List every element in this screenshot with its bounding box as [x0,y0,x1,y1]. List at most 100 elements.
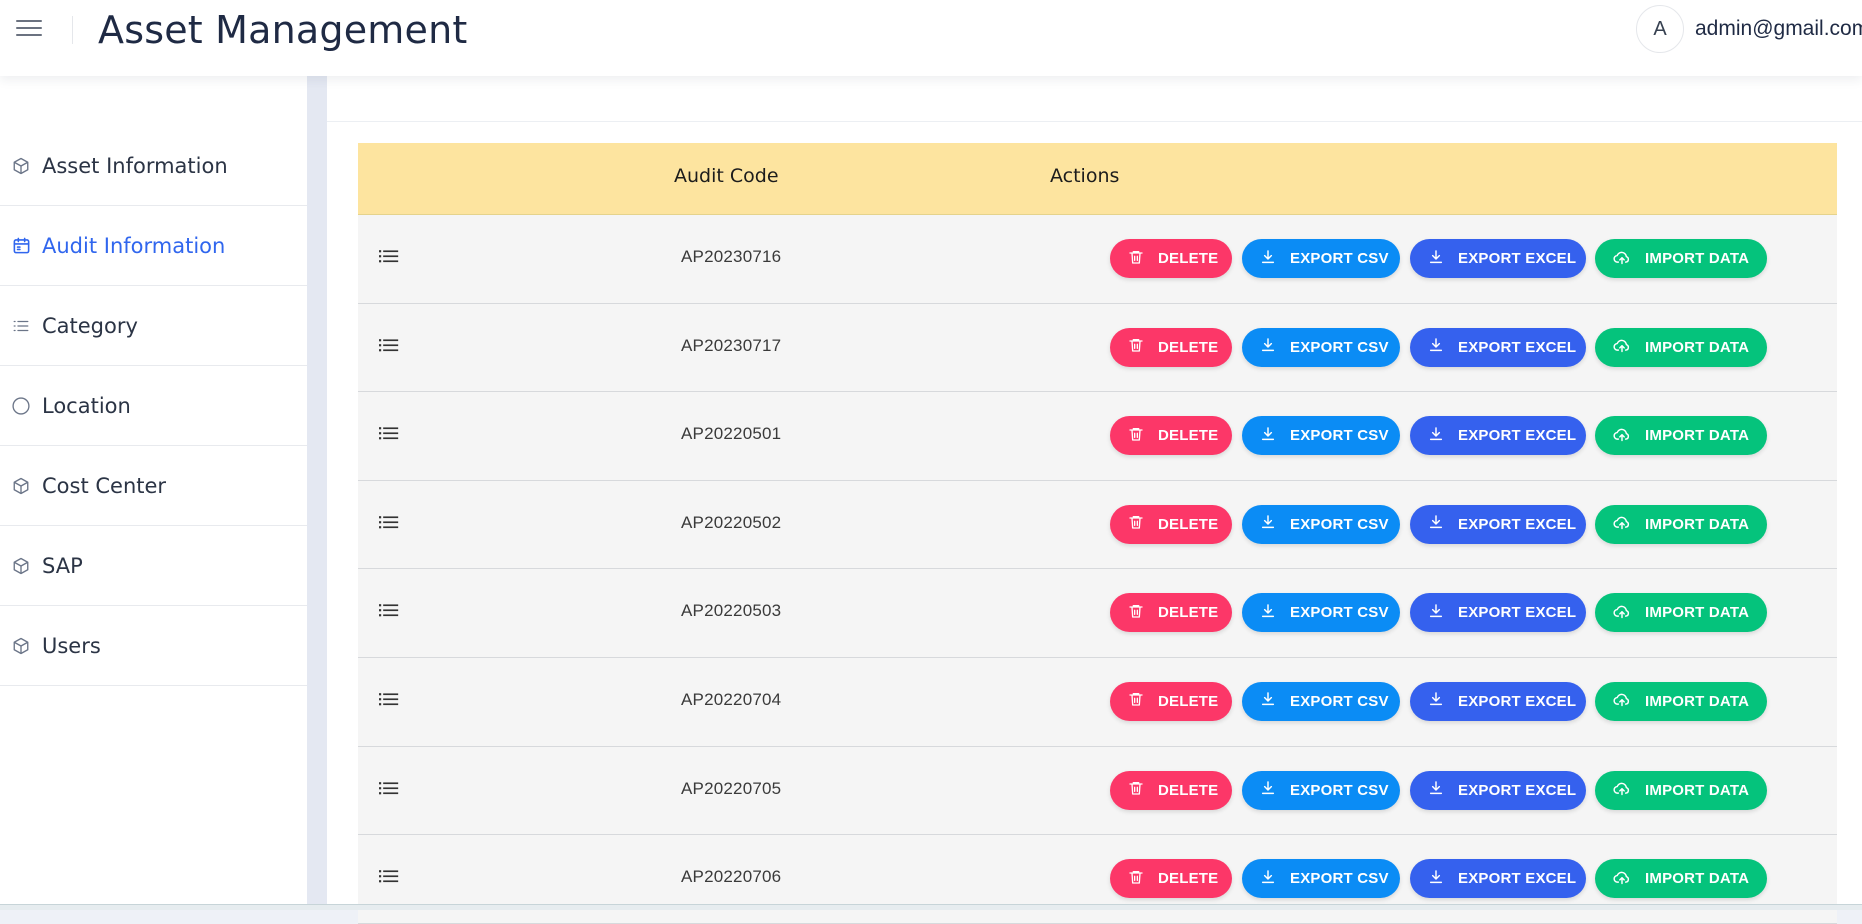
hamburger-menu-icon[interactable] [14,16,44,40]
drag-handle-icon[interactable] [379,424,401,444]
download-icon [1260,337,1290,357]
audit-code: AP20220706 [681,867,782,887]
header-divider [72,16,73,44]
export-csv-button[interactable]: EXPORT CSV [1242,504,1400,544]
export-csv-button[interactable]: EXPORT CSV [1242,859,1400,899]
export-csv-label: EXPORT CSV [1290,338,1389,356]
audit-code: AP20220503 [681,601,782,621]
sidebar-item-label: Cost Center [42,473,167,498]
delete-button[interactable]: DELETE [1110,239,1232,278]
delete-label: DELETE [1158,604,1219,622]
download-icon [1260,426,1290,446]
import-data-button[interactable]: IMPORT DATA [1595,859,1767,899]
drag-handle-icon[interactable] [379,247,401,267]
drag-handle-icon[interactable] [379,336,401,356]
download-icon [1428,603,1458,623]
export-csv-label: EXPORT CSV [1290,427,1389,445]
import-data-label: IMPORT DATA [1645,604,1750,622]
export-csv-button[interactable]: EXPORT CSV [1242,327,1400,367]
audit-table: Audit Code Actions AP20230716 DELETE EXPOR… [358,143,1837,924]
drag-handle-icon[interactable] [379,779,401,799]
export-csv-label: EXPORT CSV [1290,515,1389,533]
export-excel-button[interactable]: EXPORT EXCEL [1410,593,1586,633]
drag-handle-icon[interactable] [379,867,401,887]
export-excel-label: EXPORT EXCEL [1458,427,1577,445]
cloud-upload-icon [1613,869,1645,889]
import-data-button[interactable]: IMPORT DATA [1595,239,1767,278]
sidebar-item-asset-information[interactable]: Asset Information [0,126,307,206]
delete-label: DELETE [1158,427,1219,445]
export-excel-button[interactable]: EXPORT EXCEL [1410,859,1586,899]
export-excel-button[interactable]: EXPORT EXCEL [1410,770,1586,810]
sidebar-item-label: Users [42,633,101,658]
download-icon [1260,780,1290,800]
delete-button[interactable]: DELETE [1110,416,1232,456]
delete-label: DELETE [1158,870,1219,888]
delete-button[interactable]: DELETE [1110,681,1232,721]
delete-button[interactable]: DELETE [1110,327,1232,367]
table-row: AP20220706 DELETE EXPORT CSV EXPORT EXCEL IM… [358,835,1837,924]
sidebar-item-label: Audit Information [42,233,226,258]
download-icon [1260,691,1290,711]
trash-icon [1128,426,1158,446]
app-title: Asset Management [98,8,468,52]
download-icon [1428,869,1458,889]
column-header-actions: Actions [1050,165,1120,187]
export-excel-button[interactable]: EXPORT EXCEL [1410,239,1586,278]
export-excel-button[interactable]: EXPORT EXCEL [1410,416,1586,456]
export-csv-button[interactable]: EXPORT CSV [1242,770,1400,810]
cube-icon [10,155,32,177]
import-data-label: IMPORT DATA [1645,250,1750,267]
user-avatar[interactable]: A [1636,5,1684,53]
import-data-button[interactable]: IMPORT DATA [1595,327,1767,367]
import-data-button[interactable]: IMPORT DATA [1595,681,1767,721]
delete-label: DELETE [1158,781,1219,799]
drag-handle-icon[interactable] [379,690,401,710]
import-data-button[interactable]: IMPORT DATA [1595,504,1767,544]
export-excel-button[interactable]: EXPORT EXCEL [1410,327,1586,367]
audit-code: AP20220704 [681,689,782,709]
sidebar-item-label: Category [42,313,138,338]
export-csv-button[interactable]: EXPORT CSV [1242,681,1400,721]
content-divider [327,121,1862,122]
sidebar-item-cost-center[interactable]: Cost Center [0,446,307,526]
import-data-button[interactable]: IMPORT DATA [1595,770,1767,810]
import-data-label: IMPORT DATA [1645,427,1750,445]
delete-button[interactable]: DELETE [1110,504,1232,544]
export-csv-button[interactable]: EXPORT CSV [1242,239,1400,278]
cube-icon [10,475,32,497]
audit-code: AP20220705 [681,778,782,798]
sidebar-item-category[interactable]: Category [0,286,307,366]
trash-icon [1128,337,1158,357]
export-csv-button[interactable]: EXPORT CSV [1242,416,1400,456]
delete-button[interactable]: DELETE [1110,593,1232,633]
download-icon [1260,514,1290,534]
delete-button[interactable]: DELETE [1110,770,1232,810]
sidebar-item-location[interactable]: Location [0,366,307,446]
export-excel-button[interactable]: EXPORT EXCEL [1410,681,1586,721]
user-email[interactable]: admin@gmail.com [1695,17,1862,41]
sidebar-item-sap[interactable]: SAP [0,526,307,606]
sidebar-item-audit-information[interactable]: Audit Information [0,206,307,286]
import-data-button[interactable]: IMPORT DATA [1595,593,1767,633]
export-excel-label: EXPORT EXCEL [1458,515,1577,533]
drag-handle-icon[interactable] [379,601,401,621]
drag-handle-icon[interactable] [379,513,401,533]
import-data-button[interactable]: IMPORT DATA [1595,416,1767,456]
sidebar-item-label: Asset Information [42,153,228,178]
export-csv-button[interactable]: EXPORT CSV [1242,593,1400,633]
cloud-upload-icon [1613,249,1645,269]
delete-button[interactable]: DELETE [1110,859,1232,899]
sidebar-scrollbar[interactable] [307,76,327,904]
table-row: AP20220503 DELETE EXPORT CSV EXPORT EXCEL IM… [358,569,1837,658]
cloud-upload-icon [1613,691,1645,711]
table-row: AP20220502 DELETE EXPORT CSV EXPORT EXCEL IM… [358,480,1837,570]
download-icon [1260,249,1290,269]
export-csv-label: EXPORT CSV [1290,604,1389,622]
export-excel-button[interactable]: EXPORT EXCEL [1410,504,1586,544]
sidebar-item-users[interactable]: Users [0,606,307,686]
audit-code: AP20230717 [681,335,782,355]
cube-icon [10,635,32,657]
export-excel-label: EXPORT EXCEL [1458,250,1577,267]
top-bar: Asset Management A admin@gmail.com [0,0,1862,76]
